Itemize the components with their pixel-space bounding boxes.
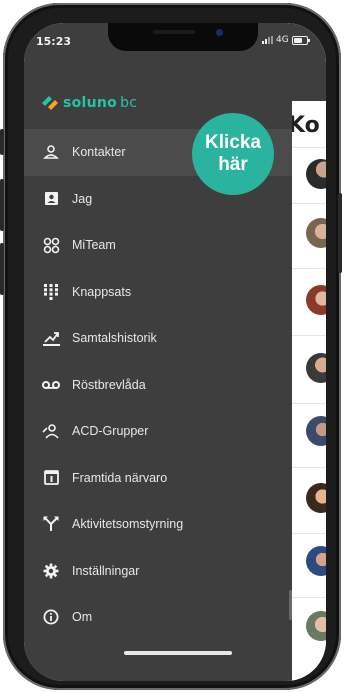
menu-item-label: Inställningar	[72, 563, 140, 578]
notch	[108, 23, 258, 51]
logo-text-secondary: bc	[120, 95, 138, 111]
redirect-icon	[42, 515, 60, 533]
id-card-icon	[42, 190, 60, 208]
menu-item-label: Knappsats	[72, 284, 132, 299]
drawer-scrollbar[interactable]	[289, 590, 292, 620]
calendar-icon	[42, 469, 60, 487]
menu-item-label: Framtida närvaro	[72, 470, 168, 485]
acd-groups-icon	[42, 422, 60, 440]
volume-up-button	[0, 179, 4, 231]
menu-item-label: Samtalshistorik	[72, 331, 157, 346]
list-divider	[292, 147, 326, 148]
list-divider	[292, 403, 326, 404]
network-type: 4G	[276, 35, 289, 45]
power-button	[338, 193, 342, 273]
soluno-logo-icon	[42, 96, 58, 110]
speaker-grille	[153, 30, 195, 34]
list-divider	[292, 597, 326, 598]
menu-item-miteam[interactable]: MiTeam	[24, 222, 292, 269]
contact-avatar[interactable]	[306, 546, 326, 576]
contact-avatar[interactable]	[306, 611, 326, 641]
menu-item-rostbrevlada[interactable]: Röstbrevlåda	[24, 362, 292, 409]
menu-item-label: Kontakter	[72, 145, 126, 160]
menu-item-aktivitetsomstyrning[interactable]: Aktivitetsomstyrning	[24, 501, 292, 548]
menu-item-samtalshistorik[interactable]: Samtalshistorik	[24, 315, 292, 362]
menu-item-knappsats[interactable]: Knappsats	[24, 269, 292, 316]
logo-text-primary: soluno	[63, 95, 118, 111]
list-divider	[292, 268, 326, 269]
menu-item-acd-grupper[interactable]: ACD-Grupper	[24, 408, 292, 455]
team-icon	[42, 236, 60, 254]
home-indicator[interactable]	[124, 651, 232, 655]
signal-bars-icon	[262, 36, 273, 44]
mute-switch	[0, 129, 4, 155]
contacts-page-title: Ko	[288, 113, 320, 138]
status-indicators: 4G	[262, 35, 310, 45]
info-icon	[42, 608, 60, 626]
list-divider	[292, 533, 326, 534]
click-here-callout: Klicka här	[192, 113, 274, 195]
menu-item-label: ACD-Grupper	[72, 424, 149, 439]
front-camera	[216, 29, 223, 36]
contact-avatar[interactable]	[306, 159, 326, 189]
callout-line-2: här	[218, 154, 248, 175]
list-divider	[292, 203, 326, 204]
contact-avatar[interactable]	[306, 353, 326, 383]
menu-item-label: Jag	[72, 191, 93, 206]
status-time: 15:23	[36, 35, 72, 48]
volume-down-button	[0, 243, 4, 295]
list-divider	[292, 467, 326, 468]
menu-item-label: Röstbrevlåda	[72, 377, 146, 392]
settings-gear-icon	[42, 562, 60, 580]
contacts-icon	[42, 143, 60, 161]
menu-item-om[interactable]: Om	[24, 594, 292, 641]
contact-avatar[interactable]	[306, 483, 326, 513]
battery-icon	[291, 35, 310, 45]
menu-item-label: MiTeam	[72, 238, 116, 253]
list-divider	[292, 335, 326, 336]
menu-item-framtida-narvaro[interactable]: Framtida närvaro	[24, 455, 292, 502]
keypad-icon	[42, 283, 60, 301]
contacts-page: Ko	[288, 23, 326, 681]
contact-avatar[interactable]	[306, 218, 326, 248]
drawer-menu: Kontakter Jag MiTeam Knappsats Samtalshi…	[24, 129, 292, 641]
menu-item-label: Om	[72, 610, 93, 625]
phone-frame: Ko soluno bc Kontakter Jag MiTeam Knapps…	[0, 3, 342, 690]
contact-avatar[interactable]	[306, 416, 326, 446]
menu-item-installningar[interactable]: Inställningar	[24, 548, 292, 595]
phone-screen: Ko soluno bc Kontakter Jag MiTeam Knapps…	[24, 23, 326, 681]
contact-avatar[interactable]	[306, 285, 326, 315]
voicemail-icon	[42, 376, 60, 394]
soluno-logo: soluno bc	[40, 95, 137, 111]
menu-item-label: Aktivitetsomstyrning	[72, 517, 184, 532]
callout-line-1: Klicka	[205, 132, 261, 153]
call-history-icon	[42, 329, 60, 347]
